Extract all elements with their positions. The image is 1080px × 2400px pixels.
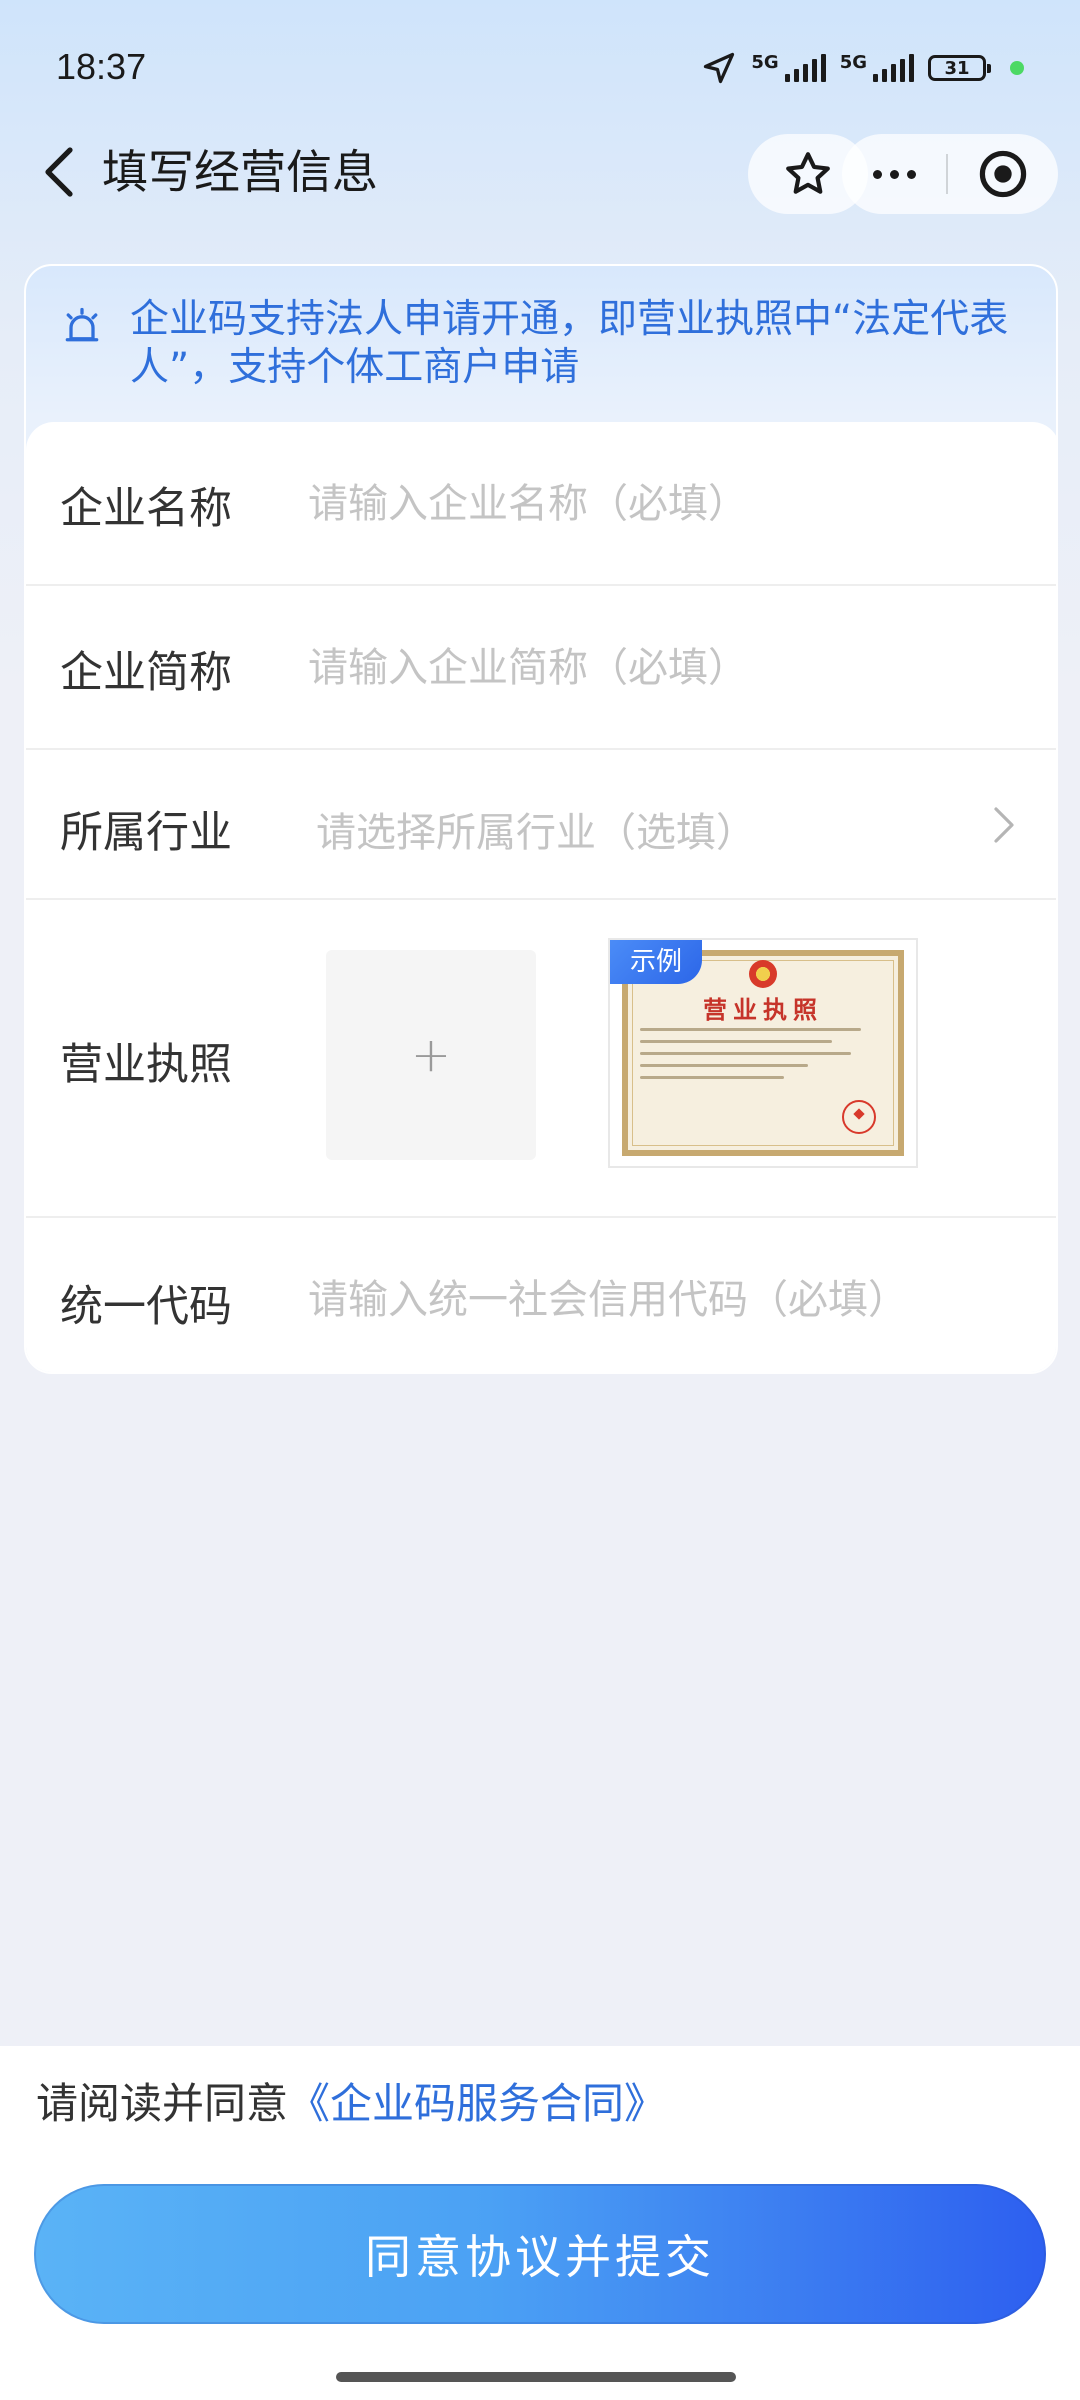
- mini-program-capsule: [842, 134, 1058, 214]
- license-sample-image[interactable]: 示例 营业执照: [608, 938, 918, 1168]
- industry-label: 所属行业: [60, 808, 232, 858]
- license-sample-title: 营业执照: [703, 995, 823, 1024]
- company-short-name-label: 企业简称: [60, 648, 232, 698]
- battery-level: 31: [944, 57, 970, 79]
- chevron-left-icon: [45, 147, 73, 197]
- bottom-panel: 请阅读并同意《企业码服务合同》 同意协议并提交: [0, 2046, 1080, 2400]
- signal-bar: [820, 54, 826, 82]
- license-line: [640, 1076, 784, 1079]
- company-name-input[interactable]: [308, 476, 1008, 532]
- location-arrow-icon: [704, 52, 735, 84]
- signal-strength-1: 5G: [751, 52, 826, 82]
- more-dots-icon: [889, 169, 899, 179]
- status-icons: 5G 5G 31: [701, 50, 1024, 86]
- network-type-1: 5G: [751, 52, 779, 73]
- signal-strength-2: 5G: [840, 54, 914, 82]
- status-time: 18:37: [56, 46, 147, 87]
- target-close-icon: [979, 150, 1027, 198]
- credit-code-label: 统一代码: [60, 1282, 232, 1332]
- status-bar: 18:37 5G 5G 31: [0, 0, 1080, 136]
- signal-bar: [882, 69, 887, 82]
- star-icon: [786, 152, 830, 194]
- industry-select-placeholder[interactable]: 请选择所属行业（选填）: [316, 800, 756, 858]
- signal-bar: [793, 69, 799, 82]
- privacy-indicator-dot: [1010, 61, 1024, 75]
- service-contract-link[interactable]: 《企业码服务合同》: [288, 2079, 666, 2128]
- agreement-prefix: 请阅读并同意: [36, 2079, 289, 2128]
- company-name-label: 企业名称: [60, 484, 232, 534]
- national-emblem-icon: [749, 960, 777, 988]
- license-upload-button[interactable]: +: [326, 950, 536, 1160]
- signal-bar: [811, 59, 817, 82]
- more-dots-icon: [906, 169, 916, 179]
- business-info-form: 企业名称 企业简称 所属行业 请选择所属行业（选填） 营业执照 + 示例: [26, 422, 1056, 1372]
- license-line: [640, 1052, 852, 1055]
- alarm-bell-icon: [65, 307, 99, 342]
- form-row-company-short-name: 企业简称: [26, 586, 1056, 750]
- license-line: [640, 1040, 832, 1043]
- network-type-2: 5G: [839, 52, 867, 73]
- red-seal-icon: [842, 1100, 876, 1134]
- close-button[interactable]: [948, 134, 1058, 214]
- home-indicator[interactable]: [336, 2372, 736, 2382]
- chevron-right-icon: [994, 807, 1014, 843]
- credit-code-input[interactable]: [308, 1272, 1008, 1328]
- sample-badge: 示例: [610, 940, 702, 984]
- signal-bar: [909, 54, 914, 82]
- battery-icon: 31: [928, 55, 991, 81]
- more-button[interactable]: [842, 134, 946, 214]
- business-license-label: 营业执照: [60, 1040, 232, 1090]
- signal-bar: [891, 64, 896, 82]
- back-button[interactable]: [28, 140, 92, 204]
- license-line: [640, 1064, 808, 1067]
- plus-icon: +: [410, 1027, 452, 1083]
- license-line: [640, 1028, 861, 1031]
- signal-bar: [873, 74, 878, 82]
- signal-bar: [802, 64, 808, 82]
- form-row-credit-code: 统一代码: [26, 1218, 1056, 1372]
- agreement-text: 请阅读并同意《企业码服务合同》: [36, 2074, 666, 2134]
- agree-and-submit-button[interactable]: 同意协议并提交: [34, 2184, 1046, 2324]
- form-row-company-name: 企业名称: [26, 422, 1056, 586]
- license-text-lines: [640, 1028, 880, 1088]
- notice-text: 企业码支持法人申请开通，即营业执照中“法定代表人”，支持个体工商户申请: [130, 297, 1009, 390]
- more-dots-icon: [872, 169, 882, 179]
- page-title: 填写经营信息: [102, 145, 378, 199]
- signal-bar: [784, 74, 790, 82]
- form-row-business-license: 营业执照 + 示例 营业执照: [26, 900, 1056, 1218]
- signal-bar: [900, 59, 905, 82]
- notice-banner: 企业码支持法人申请开通，即营业执照中“法定代表人”，支持个体工商户申请: [26, 266, 1056, 422]
- nav-bar: 填写经营信息: [0, 132, 1080, 214]
- business-info-card: 企业码支持法人申请开通，即营业执照中“法定代表人”，支持个体工商户申请 企业名称…: [24, 264, 1058, 1374]
- company-short-name-input[interactable]: [308, 640, 1008, 696]
- form-row-industry[interactable]: 所属行业 请选择所属行业（选填）: [26, 750, 1056, 900]
